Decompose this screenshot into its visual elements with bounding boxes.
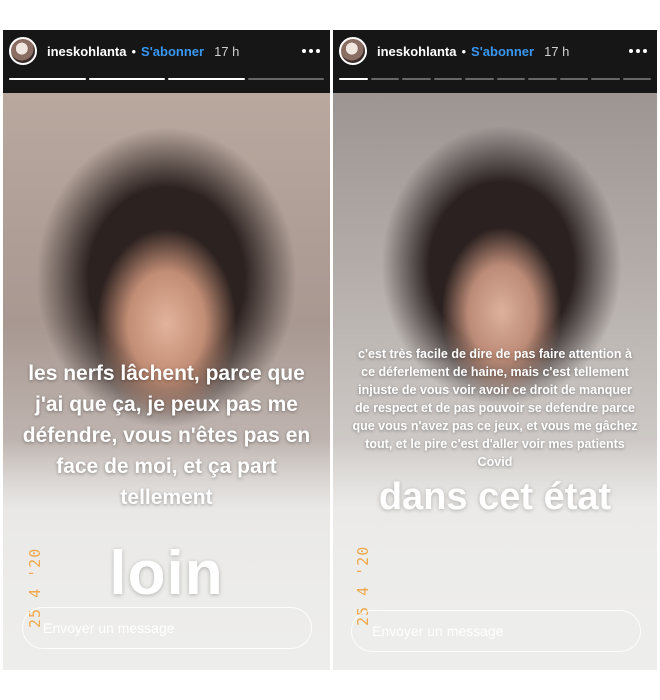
send-message-input[interactable]: Envoyer un message: [22, 607, 312, 649]
message-placeholder: Envoyer un message: [372, 623, 504, 639]
story-header: ineskohlanta • S'abonner 17 h: [9, 34, 322, 68]
progress-segment: [496, 78, 525, 80]
progress-segment: [370, 78, 399, 80]
story-progress-bar: [9, 78, 324, 80]
username-link[interactable]: ineskohlanta: [377, 44, 456, 59]
send-message-input[interactable]: Envoyer un message: [351, 610, 641, 652]
post-time: 17 h: [214, 43, 240, 59]
story-caption: c'est très facile de dire de pas faire a…: [352, 347, 638, 469]
progress-segment: [9, 78, 86, 80]
story-header: ineskohlanta • S'abonner 17 h: [339, 34, 649, 68]
more-options-icon[interactable]: [627, 41, 649, 61]
post-time: 17 h: [544, 43, 570, 59]
story-panel-left: ineskohlanta • S'abonner 17 h les nerfs …: [3, 30, 330, 670]
story-big-word: loin: [109, 539, 224, 608]
progress-segment: [591, 78, 620, 80]
progress-segment: [559, 78, 588, 80]
separator-dot: •: [461, 43, 467, 59]
subscribe-button[interactable]: S'abonner: [471, 44, 534, 59]
profile-avatar[interactable]: [9, 37, 37, 65]
story-panel-right: ineskohlanta • S'abonner 17 h c'est très…: [333, 30, 657, 670]
separator-dot: •: [131, 43, 137, 59]
username-link[interactable]: ineskohlanta: [47, 44, 126, 59]
progress-segment: [622, 78, 651, 80]
progress-segment: [247, 78, 324, 80]
subscribe-button[interactable]: S'abonner: [141, 44, 204, 59]
more-options-icon[interactable]: [300, 41, 322, 61]
story-caption: les nerfs lâchent, parce que j'ai que ça…: [22, 362, 311, 509]
story-big-word: dans cet état: [378, 476, 612, 518]
profile-avatar[interactable]: [339, 37, 367, 65]
progress-segment: [465, 78, 494, 80]
message-placeholder: Envoyer un message: [43, 620, 175, 636]
progress-segment: [168, 78, 245, 80]
progress-segment: [528, 78, 557, 80]
progress-segment: [402, 78, 431, 80]
progress-segment: [88, 78, 165, 80]
progress-segment: [433, 78, 462, 80]
progress-segment: [339, 78, 368, 80]
story-progress-bar: [339, 78, 651, 80]
